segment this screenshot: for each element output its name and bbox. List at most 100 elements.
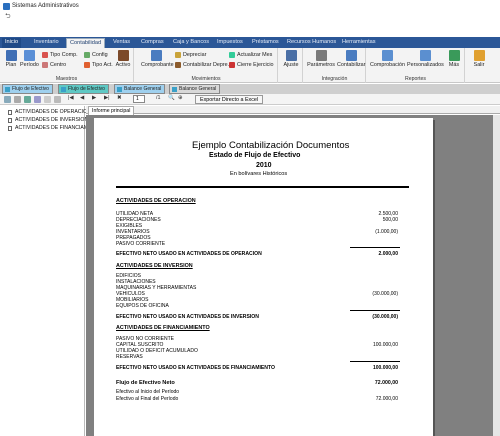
group-maestros: Plan Período Tipo Comp. Centro Config Ti… xyxy=(0,48,134,83)
tab-caja-bancos[interactable]: Caja y Bancos xyxy=(170,38,212,48)
final-value: 72.000,00 xyxy=(375,396,398,402)
tab-herramientas[interactable]: Herramientas xyxy=(339,38,379,48)
tab-prestamos[interactable]: Préstamos xyxy=(249,38,282,48)
vertical-scrollbar[interactable] xyxy=(493,115,500,436)
export-icon[interactable] xyxy=(4,96,11,103)
doc-tab-balance-1[interactable]: Balance General xyxy=(114,84,166,94)
personalizados-button[interactable]: Personalizados xyxy=(407,50,444,68)
more-icon xyxy=(448,50,460,61)
report-icon xyxy=(172,87,177,92)
doc-tab-balance-2[interactable]: Balance General xyxy=(169,84,221,94)
subtotal-rule xyxy=(350,361,400,362)
page-number-input[interactable]: 1 xyxy=(133,95,145,103)
comprobante-button[interactable]: Comprobante xyxy=(141,50,174,68)
group-integracion: Parámetros Contabilizar Integración xyxy=(304,48,366,83)
header-rule xyxy=(116,186,409,188)
section-financiamiento: ACTIVIDADES DE FINANCIAMIENTO xyxy=(116,325,210,331)
tree-item-operacion[interactable]: ACTIVIDADES DE OPERACION xyxy=(8,109,91,115)
parametros-icon xyxy=(315,50,327,61)
tipo-act-button[interactable]: Tipo Act. xyxy=(84,62,113,68)
zoom-icon[interactable]: ⊕ xyxy=(178,95,183,101)
quick-access-icon[interactable]: ⮌ xyxy=(5,12,11,23)
doc-tab-flujo-1[interactable]: Flujo de Efectivo xyxy=(2,84,53,94)
subtotal-rule xyxy=(350,247,400,248)
report-company: Ejemplo Contabilización Documentos xyxy=(192,140,350,151)
centro-button[interactable]: Centro xyxy=(42,62,66,68)
tab-inventario[interactable]: Inventario xyxy=(31,38,62,48)
print-icon[interactable] xyxy=(14,96,21,103)
toggle-tree-icon[interactable] xyxy=(34,96,41,103)
report-icon xyxy=(117,87,122,92)
line-label: EQUIPOS DE OFICINA xyxy=(116,303,169,309)
find-icon[interactable] xyxy=(44,96,51,103)
report-currency: En bolívares Históricos xyxy=(230,171,288,177)
contabilizar-depre-icon xyxy=(175,62,181,68)
tab-contabilidad[interactable]: Contabilidad xyxy=(66,38,106,48)
flujo-neto-label: Flujo de Efectivo Neto xyxy=(116,380,175,386)
group-label-movimientos: Movimientos xyxy=(191,76,221,82)
flujo-neto-value: 72.000,00 xyxy=(374,380,398,386)
actualizar-mes-button[interactable]: Actualizar Mes xyxy=(229,52,272,58)
group-label-maestros: Maestros xyxy=(55,76,78,82)
total-value-operacion: 2.000,00 xyxy=(378,251,398,257)
total-label-operacion: EFECTIVO NETO USADO EN ACTIVIDADES DE OP… xyxy=(116,251,262,257)
document-tabs: Flujo de Efectivo Flujo de Efectivo Bala… xyxy=(0,84,500,94)
tree-item-inversion[interactable]: ACTIVIDADES DE INVERSION xyxy=(8,117,88,123)
tab-recursos-humanos[interactable]: Recursos Humanos xyxy=(284,38,339,48)
stop-icon[interactable]: ✖ xyxy=(117,95,122,101)
tab-inicio[interactable]: Inicio xyxy=(2,38,22,48)
export-excel-button[interactable]: Exportar Directo a Excel xyxy=(195,95,264,104)
tab-ventas[interactable]: Ventas xyxy=(110,38,133,48)
page-icon xyxy=(8,110,12,115)
tab-informe-principal[interactable]: Informe principal xyxy=(88,106,135,115)
mas-button[interactable]: Más xyxy=(445,50,463,68)
ribbon-tab-bar: Inicio Inventario Contabilidad Ventas Co… xyxy=(0,37,500,48)
cierre-ejercicio-button[interactable]: Cierre Ejercicio xyxy=(229,62,274,68)
first-page-icon[interactable]: |◀ xyxy=(68,95,74,101)
doc-tab-flujo-2[interactable]: Flujo de Efectivo xyxy=(58,84,109,94)
contabilizar-depre-button[interactable]: Contabilizar Depre. xyxy=(175,62,229,68)
tab-compras[interactable]: Compras xyxy=(138,38,167,48)
line-label: PASIVO CORRIENTE xyxy=(116,241,166,247)
group-reportes: Comprobación Personalizados Más Reportes xyxy=(367,48,465,83)
prev-page-icon[interactable]: ◀ xyxy=(80,95,84,101)
report-tab-strip: Informe principal xyxy=(86,106,500,115)
periodo-icon xyxy=(23,50,35,61)
report-title: Estado de Flujo de Efectivo xyxy=(209,152,301,159)
ajuste-button[interactable]: Ajuste xyxy=(282,50,300,68)
plan-button[interactable]: Plan xyxy=(2,50,20,68)
copy-icon[interactable] xyxy=(54,96,61,103)
tab-impuestos[interactable]: Impuestos xyxy=(214,38,246,48)
ajuste-icon xyxy=(285,50,297,61)
contabilizar-button[interactable]: Contabilizar xyxy=(337,50,365,68)
page-icon xyxy=(8,126,12,131)
depreciar-button[interactable]: Depreciar xyxy=(175,52,206,58)
line-value: 100.000,00 xyxy=(372,342,398,348)
contabilizar-icon xyxy=(345,50,357,61)
activo-button[interactable]: Activo xyxy=(114,50,132,68)
report-year: 2010 xyxy=(256,162,272,169)
next-page-icon[interactable]: ▶ xyxy=(92,95,96,101)
tipo-comp-icon xyxy=(42,52,48,58)
config-button[interactable]: Config xyxy=(84,52,108,58)
report-page: Ejemplo Contabilización Documentos Estad… xyxy=(94,118,433,436)
report-icon xyxy=(5,87,10,92)
comprobacion-button[interactable]: Comprobación xyxy=(370,50,405,68)
cierre-ejercicio-icon xyxy=(229,62,235,68)
last-page-icon[interactable]: ▶| xyxy=(104,95,110,101)
ribbon: Plan Período Tipo Comp. Centro Config Ti… xyxy=(0,48,500,83)
periodo-button[interactable]: Período xyxy=(20,50,39,68)
refresh-icon[interactable] xyxy=(24,96,31,103)
centro-icon xyxy=(42,62,48,68)
final-label: Efectivo al Final del Período xyxy=(116,396,179,402)
line-label: RESERVAS xyxy=(116,354,143,360)
line-value: (30.000,00) xyxy=(372,291,398,297)
tipo-comp-button[interactable]: Tipo Comp. xyxy=(42,52,78,58)
group-label-reportes: Reportes xyxy=(404,76,427,82)
parametros-button[interactable]: Parámetros xyxy=(306,50,336,68)
group-tree: ACTIVIDADES DE OPERACION ACTIVIDADES DE … xyxy=(0,106,104,436)
salir-button[interactable]: Salir xyxy=(470,50,488,68)
search-icon[interactable]: 🔍 xyxy=(168,95,175,101)
depreciar-icon xyxy=(175,52,181,58)
total-value-financiamiento: 100.000,00 xyxy=(372,365,398,371)
